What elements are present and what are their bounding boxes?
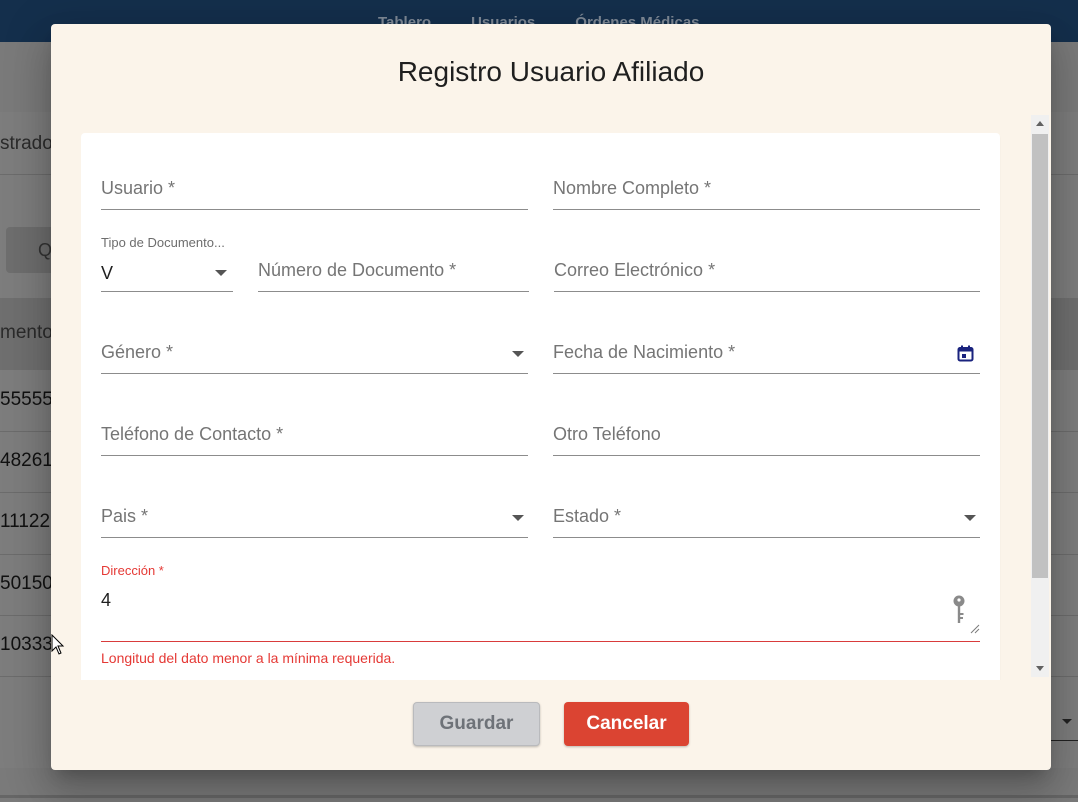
footer-divider <box>0 795 1078 798</box>
table-cell: 55555 <box>0 389 53 410</box>
correo-electronico-field[interactable]: Correo Electrónico * <box>554 253 980 292</box>
tipo-documento-label: Tipo de Documento... <box>101 235 225 250</box>
usuario-field[interactable]: Usuario * <box>101 171 528 210</box>
direccion-value: 4 <box>101 590 112 610</box>
dialog-scrollbar[interactable] <box>1031 115 1049 677</box>
nombre-completo-field[interactable]: Nombre Completo * <box>553 171 980 210</box>
fecha-nacimiento-label: Fecha de Nacimiento * <box>553 342 736 362</box>
page-size-select[interactable] <box>1050 705 1078 741</box>
scroll-up-arrow-icon[interactable] <box>1036 121 1044 126</box>
table-cell: 10333 <box>0 634 53 655</box>
dropdown-arrow-icon <box>215 270 227 276</box>
resize-handle-icon[interactable] <box>970 621 980 639</box>
scroll-down-arrow-icon[interactable] <box>1036 666 1044 671</box>
telefono-contacto-field[interactable]: Teléfono de Contacto * <box>101 417 528 456</box>
registrados-label: strado <box>0 133 53 154</box>
dialog-title: Registro Usuario Afiliado <box>397 56 705 87</box>
registration-dialog: Registro Usuario Afiliado Usuario * Nomb… <box>51 24 1051 770</box>
genero-label: Género * <box>101 342 174 362</box>
numero-documento-label: Número de Documento * <box>258 260 457 280</box>
table-cell: 11122 <box>0 511 51 532</box>
nombre-completo-label: Nombre Completo * <box>553 178 712 198</box>
calendar-icon[interactable] <box>957 345 974 367</box>
pais-label: Pais * <box>101 506 149 526</box>
usuario-label: Usuario * <box>101 178 176 198</box>
table-cell: 50150 <box>0 573 53 594</box>
direccion-textarea[interactable]: Dirección * 4 <box>101 563 980 642</box>
direccion-error-message: Longitud del dato menor a la mínima requ… <box>101 650 396 666</box>
tipo-documento-select[interactable]: Tipo de Documento... V <box>101 235 233 292</box>
dropdown-arrow-icon <box>512 515 524 521</box>
fecha-nacimiento-field[interactable]: Fecha de Nacimiento * <box>553 335 980 374</box>
dialog-scroll-area[interactable]: Usuario * Nombre Completo * Tipo de Docu… <box>81 133 1001 680</box>
dropdown-arrow-icon <box>512 351 524 357</box>
cancel-button[interactable]: Cancelar <box>564 702 689 746</box>
telefono-contacto-label: Teléfono de Contacto * <box>101 424 284 444</box>
numero-documento-field[interactable]: Número de Documento * <box>258 253 529 292</box>
direccion-label: Dirección * <box>101 563 164 578</box>
dropdown-arrow-icon <box>964 515 976 521</box>
estado-select[interactable]: Estado * <box>553 499 980 538</box>
form-card: Usuario * Nombre Completo * Tipo de Docu… <box>81 133 1000 680</box>
dropdown-arrow-icon <box>1062 719 1072 724</box>
key-icon[interactable] <box>952 595 966 630</box>
tipo-documento-value: V <box>101 263 114 283</box>
otro-telefono-field[interactable]: Otro Teléfono <box>553 417 980 456</box>
correo-electronico-label: Correo Electrónico * <box>554 260 716 280</box>
table-header-documento: mento <box>0 322 53 343</box>
genero-select[interactable]: Género * <box>101 335 528 374</box>
estado-label: Estado * <box>553 506 622 526</box>
save-button[interactable]: Guardar <box>413 702 540 746</box>
table-cell: 48261 <box>0 450 53 471</box>
otro-telefono-label: Otro Teléfono <box>553 424 661 444</box>
pais-select[interactable]: Pais * <box>101 499 528 538</box>
scroll-thumb[interactable] <box>1032 134 1048 578</box>
